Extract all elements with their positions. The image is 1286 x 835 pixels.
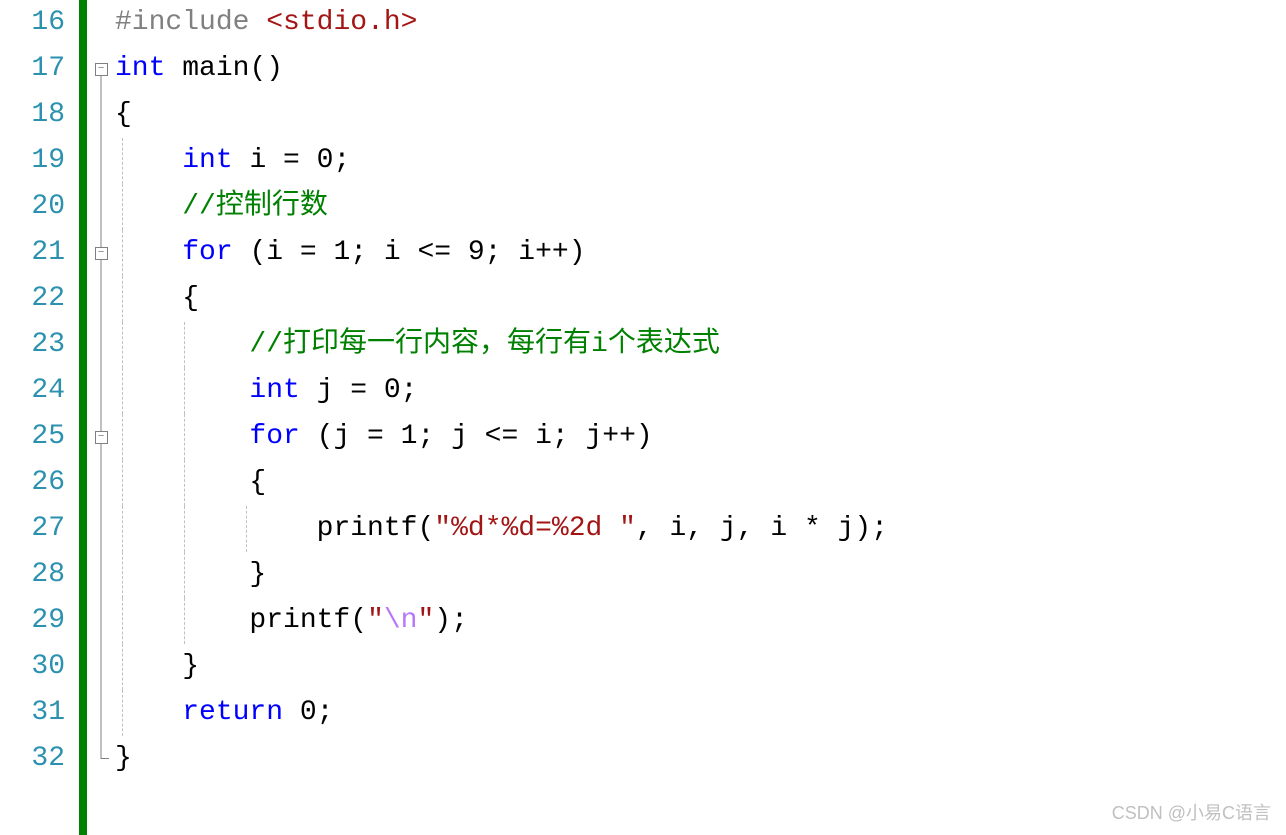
code-line-26[interactable]: {	[115, 460, 1286, 506]
line-number[interactable]: 28	[0, 552, 65, 598]
code-area[interactable]: #include <stdio.h> int main() { int i = …	[115, 0, 1286, 835]
fold-cell: −	[87, 46, 115, 92]
code-text: (i = 1; i <= 9; i++)	[233, 237, 586, 268]
preprocessor-token: #include	[115, 7, 266, 38]
code-line-17[interactable]: int main()	[115, 46, 1286, 92]
code-line-19[interactable]: int i = 0;	[115, 138, 1286, 184]
code-line-24[interactable]: int j = 0;	[115, 368, 1286, 414]
line-number[interactable]: 20	[0, 184, 65, 230]
line-number-gutter: 16 17 18 19 20 21 22 23 24 25 26 27 28 2…	[0, 0, 75, 835]
type-token: int	[182, 145, 232, 176]
line-number[interactable]: 16	[0, 0, 65, 46]
code-text: i = 0;	[233, 145, 351, 176]
brace-token: }	[115, 743, 132, 774]
function-name-token: main	[165, 53, 249, 84]
watermark-text: CSDN @小易C语言	[1112, 799, 1271, 825]
code-line-16[interactable]: #include <stdio.h>	[115, 0, 1286, 46]
line-number[interactable]: 32	[0, 736, 65, 782]
type-token: int	[115, 53, 165, 84]
comment-token: //打印每一行内容，每行有i个表达式	[249, 329, 719, 360]
type-token: int	[249, 375, 299, 406]
escape-token: \n	[384, 605, 418, 636]
fold-cell: −	[87, 230, 115, 276]
line-number[interactable]: 29	[0, 598, 65, 644]
string-token: "%d*%d=%2d "	[434, 513, 636, 544]
code-text: , i, j, i * j);	[636, 513, 888, 544]
brace-token: {	[249, 467, 266, 498]
string-token: "	[417, 605, 434, 636]
code-line-29[interactable]: printf("\n");	[115, 598, 1286, 644]
code-line-31[interactable]: return 0;	[115, 690, 1286, 736]
code-line-22[interactable]: {	[115, 276, 1286, 322]
line-number[interactable]: 26	[0, 460, 65, 506]
line-number[interactable]: 31	[0, 690, 65, 736]
string-token: "	[367, 605, 384, 636]
code-line-32[interactable]: }	[115, 736, 1286, 782]
line-number[interactable]: 17	[0, 46, 65, 92]
fold-cell	[87, 0, 115, 46]
line-number[interactable]: 18	[0, 92, 65, 138]
code-text: (j = 1; j <= i; j++)	[300, 421, 653, 452]
function-call-token: printf	[317, 513, 418, 544]
paren-token: ()	[249, 53, 283, 84]
keyword-token: for	[249, 421, 299, 452]
code-line-21[interactable]: for (i = 1; i <= 9; i++)	[115, 230, 1286, 276]
keyword-token: for	[182, 237, 232, 268]
fold-cell	[87, 736, 115, 782]
code-text: j = 0;	[300, 375, 418, 406]
code-line-30[interactable]: }	[115, 644, 1286, 690]
keyword-token: return	[182, 697, 283, 728]
fold-column: − − −	[87, 0, 115, 835]
code-line-25[interactable]: for (j = 1; j <= i; j++)	[115, 414, 1286, 460]
line-number[interactable]: 24	[0, 368, 65, 414]
change-indicator-bar	[79, 0, 87, 835]
include-path-token: <stdio.h>	[266, 7, 417, 38]
fold-toggle-icon[interactable]: −	[95, 247, 108, 260]
brace-token: {	[182, 283, 199, 314]
fold-toggle-icon[interactable]: −	[95, 63, 108, 76]
line-number[interactable]: 19	[0, 138, 65, 184]
line-number[interactable]: 21	[0, 230, 65, 276]
line-number[interactable]: 25	[0, 414, 65, 460]
code-text: );	[434, 605, 468, 636]
code-line-20[interactable]: //控制行数	[115, 184, 1286, 230]
brace-token: }	[182, 651, 199, 682]
code-line-23[interactable]: //打印每一行内容，每行有i个表达式	[115, 322, 1286, 368]
brace-token: }	[249, 559, 266, 590]
function-call-token: printf	[249, 605, 350, 636]
line-number[interactable]: 22	[0, 276, 65, 322]
code-text: 0;	[283, 697, 333, 728]
line-number[interactable]: 30	[0, 644, 65, 690]
fold-cell: −	[87, 414, 115, 460]
code-line-28[interactable]: }	[115, 552, 1286, 598]
code-line-27[interactable]: printf("%d*%d=%2d ", i, j, i * j);	[115, 506, 1286, 552]
brace-token: {	[115, 99, 132, 130]
comment-token: //控制行数	[182, 191, 328, 222]
fold-toggle-icon[interactable]: −	[95, 431, 108, 444]
code-line-18[interactable]: {	[115, 92, 1286, 138]
code-editor: 16 17 18 19 20 21 22 23 24 25 26 27 28 2…	[0, 0, 1286, 835]
line-number[interactable]: 23	[0, 322, 65, 368]
line-number[interactable]: 27	[0, 506, 65, 552]
